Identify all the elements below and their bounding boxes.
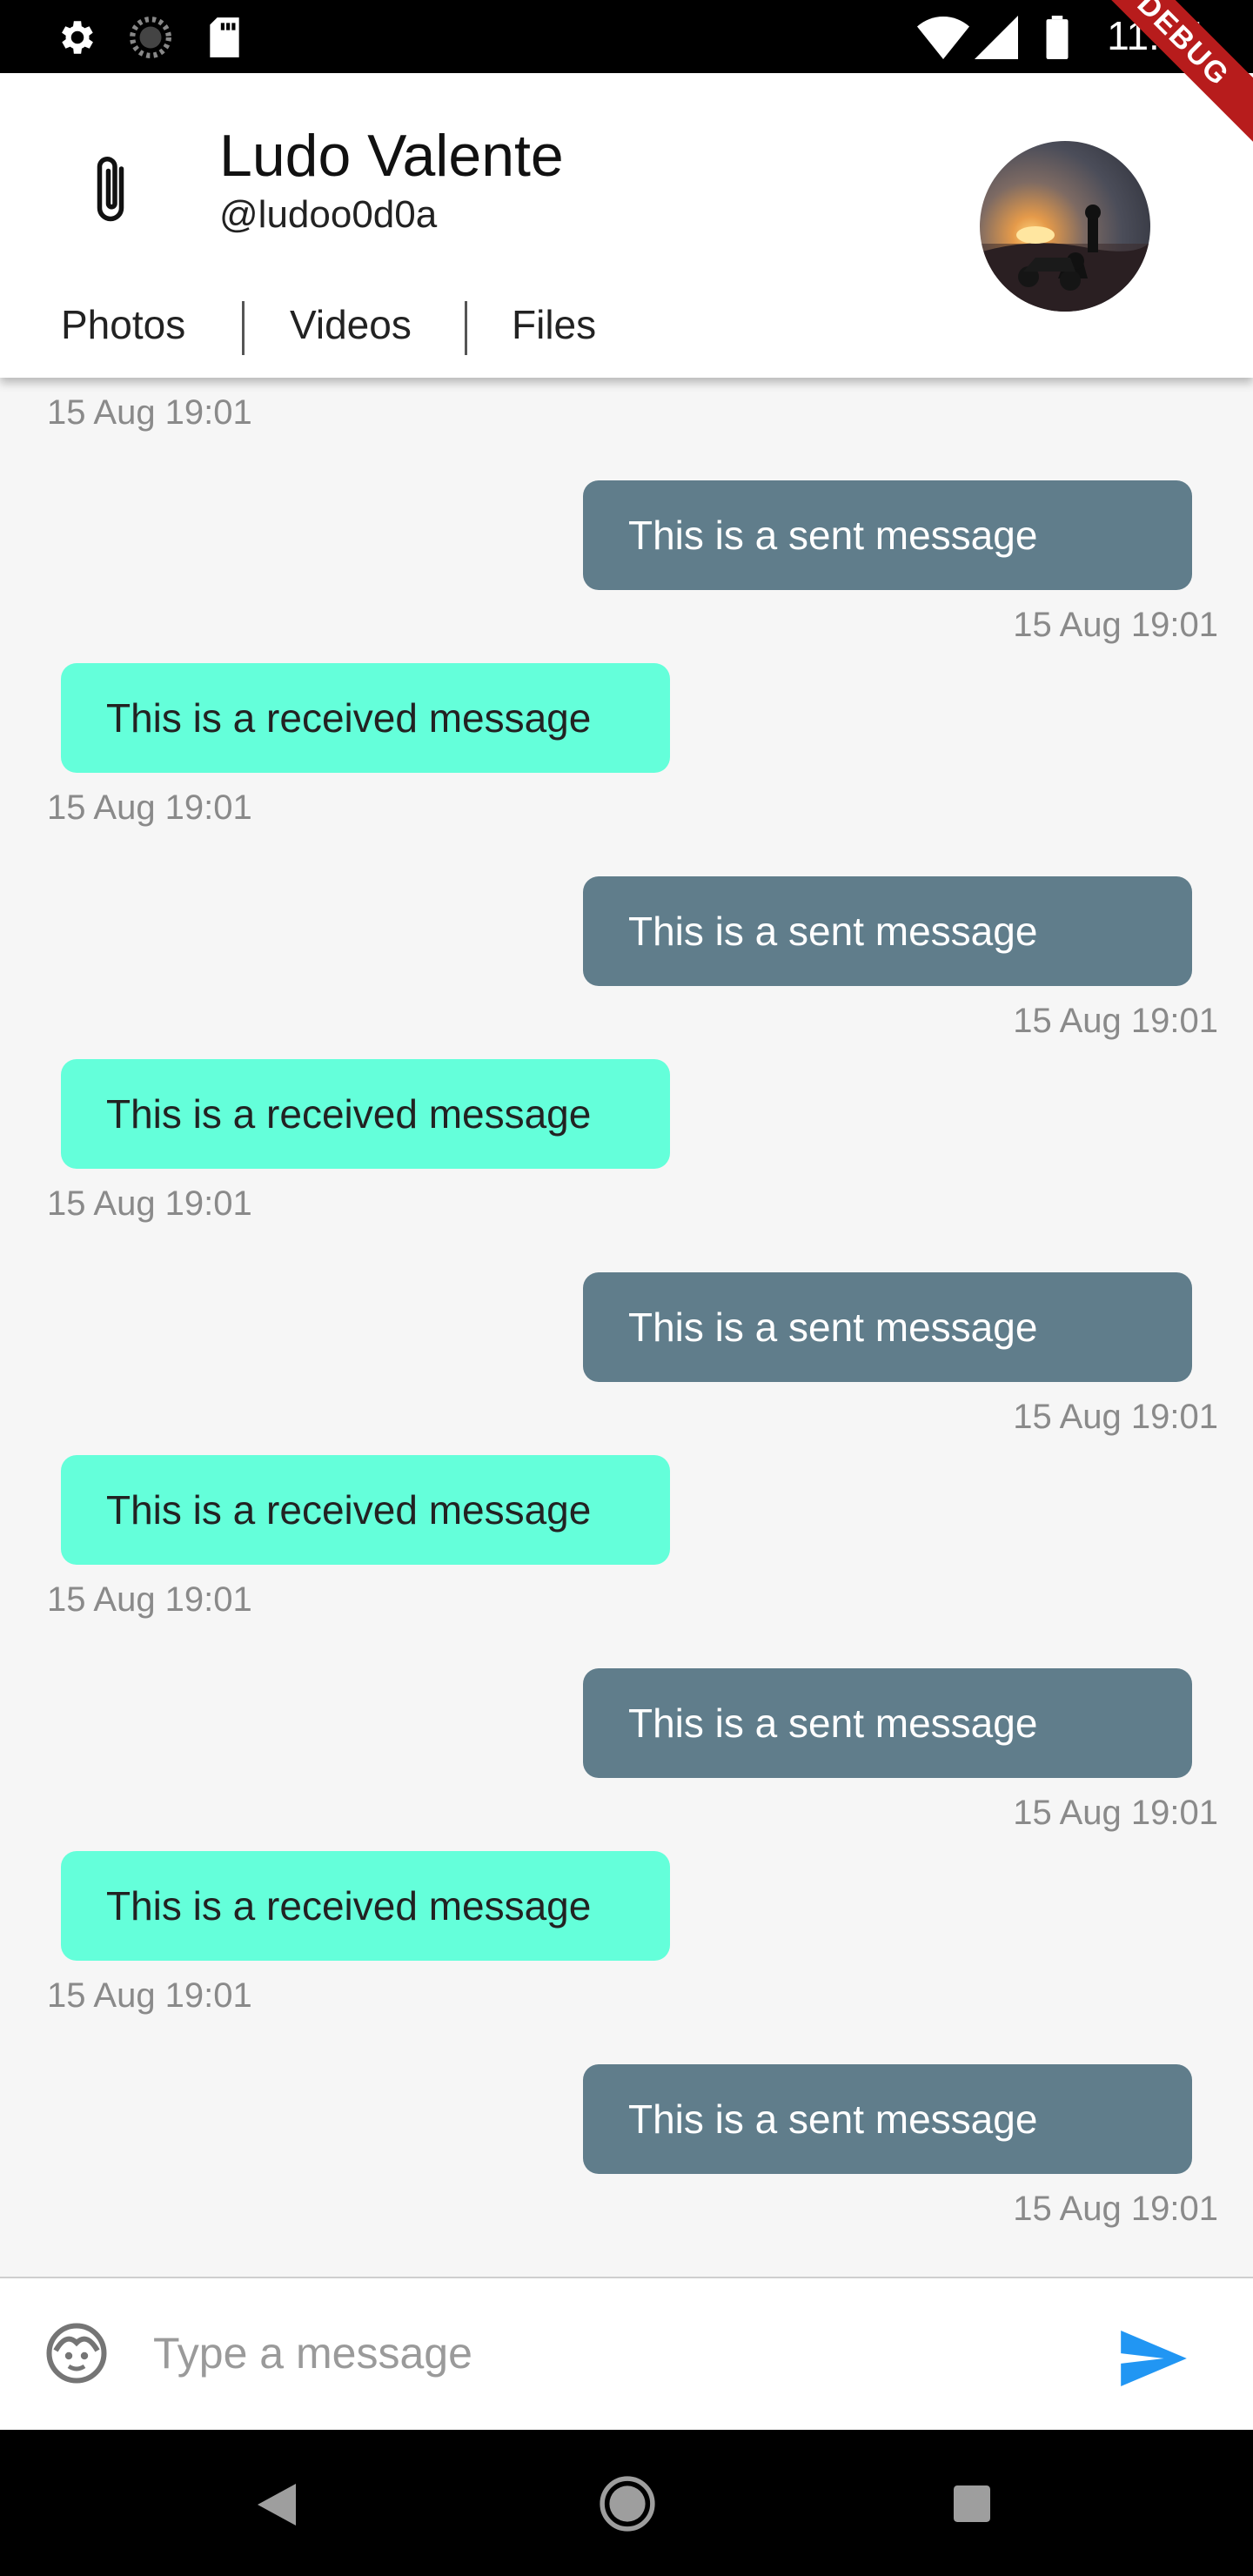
wifi-icon	[917, 16, 969, 64]
message-timestamp: 15 Aug 19:01	[47, 393, 252, 432]
chat-header: Ludo Valente @ludoo0d0a Photos Videos Fi…	[0, 73, 1253, 378]
message-timestamp: 15 Aug 19:01	[1013, 1398, 1218, 1436]
tab-photos[interactable]: Photos	[61, 301, 185, 348]
tab-files[interactable]: Files	[512, 301, 596, 348]
tab-videos[interactable]: Videos	[290, 301, 412, 348]
system-nav-bar	[0, 2430, 1253, 2576]
sent-message-bubble[interactable]: This is a sent message	[583, 2064, 1192, 2174]
emoji-icon[interactable]	[45, 2322, 108, 2385]
back-icon[interactable]	[258, 2484, 296, 2530]
message-timestamp: 15 Aug 19:01	[47, 1976, 252, 2015]
signal-icon	[975, 16, 1018, 64]
message-input[interactable]	[151, 2313, 1060, 2393]
paperclip-icon[interactable]	[84, 151, 137, 230]
tab-divider	[242, 301, 245, 355]
tab-divider	[465, 301, 467, 355]
contact-handle: @ludoo0d0a	[219, 193, 438, 236]
received-message-bubble[interactable]: This is a received message	[61, 1059, 670, 1169]
recents-icon[interactable]	[954, 2485, 990, 2526]
received-message-bubble[interactable]: This is a received message	[61, 663, 670, 773]
battery-icon	[1044, 16, 1070, 64]
settings-icon	[56, 16, 99, 64]
sync-icon	[129, 16, 172, 64]
sd-card-icon	[205, 16, 244, 64]
message-timestamp: 15 Aug 19:01	[1013, 1002, 1218, 1040]
contact-name: Ludo Valente	[219, 123, 564, 189]
received-message-bubble[interactable]: This is a received message	[61, 1851, 670, 1961]
message-list[interactable]: 15 Aug 19:01 This is a sent message 15 A…	[0, 378, 1253, 2277]
message-timestamp: 15 Aug 19:01	[47, 1184, 252, 1223]
message-composer	[0, 2277, 1253, 2430]
home-icon[interactable]	[599, 2475, 656, 2537]
sent-message-bubble[interactable]: This is a sent message	[583, 1272, 1192, 1382]
sent-message-bubble[interactable]: This is a sent message	[583, 480, 1192, 590]
message-timestamp: 15 Aug 19:01	[1013, 2190, 1218, 2228]
message-timestamp: 15 Aug 19:01	[47, 788, 252, 827]
sent-message-bubble[interactable]: This is a sent message	[583, 876, 1192, 986]
message-timestamp: 15 Aug 19:01	[1013, 606, 1218, 644]
message-timestamp: 15 Aug 19:01	[47, 1580, 252, 1619]
received-message-bubble[interactable]: This is a received message	[61, 1455, 670, 1565]
status-bar: 11:34	[0, 0, 1253, 73]
avatar[interactable]	[980, 141, 1150, 312]
send-icon[interactable]	[1119, 2331, 1189, 2386]
sent-message-bubble[interactable]: This is a sent message	[583, 1668, 1192, 1778]
message-timestamp: 15 Aug 19:01	[1013, 1794, 1218, 1832]
